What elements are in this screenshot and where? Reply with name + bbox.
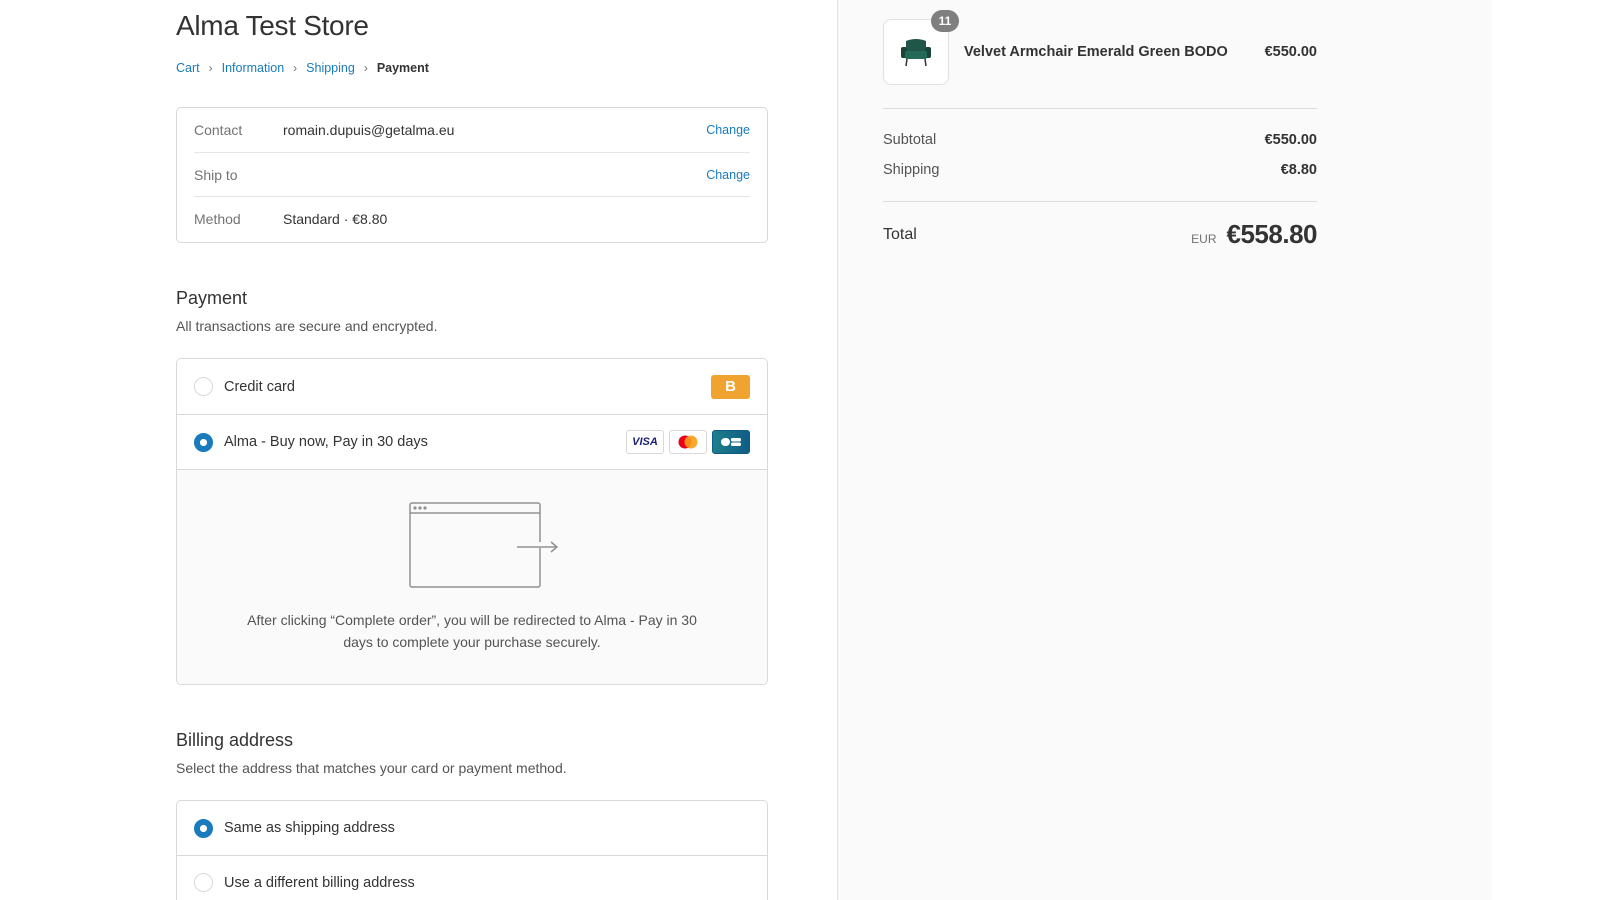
breadcrumb-cart[interactable]: Cart (176, 61, 200, 75)
payment-methods: Credit card B Alma - Buy now, Pay in 30 … (176, 358, 768, 685)
total-row: Total EUR €558.80 (883, 219, 1318, 250)
subtotal-value: €550.00 (1264, 132, 1317, 148)
product-name: Velvet Armchair Emerald Green BODO (964, 44, 1228, 60)
billing-subtitle: Select the address that matches your car… (176, 760, 567, 776)
alma-label: Alma - Buy now, Pay in 30 days (224, 434, 428, 450)
method-value: Standard · €8.80 (283, 210, 388, 227)
change-contact-link[interactable]: Change (706, 123, 750, 137)
cb-card-icon (712, 430, 750, 454)
same-address-label: Same as shipping address (224, 820, 395, 836)
armchair-icon (901, 39, 931, 67)
billing-option-different[interactable]: Use a different billing address (177, 855, 767, 900)
chevron-right-icon: › (293, 61, 298, 75)
breadcrumb-information[interactable]: Information (222, 61, 285, 75)
review-contact-row: Contact romain.dupuis@getalma.eu Change (194, 108, 750, 152)
product-price: €550.00 (1264, 44, 1317, 60)
store-title[interactable]: Alma Test Store (176, 10, 369, 42)
payment-subtitle: All transactions are secure and encrypte… (176, 318, 438, 334)
order-summary: 11 Velvet Armchair Emerald Green BODO €5… (837, 0, 1492, 900)
radio-same-address[interactable] (194, 818, 213, 838)
browser-redirect-icon (409, 502, 559, 588)
total-currency: EUR (1191, 232, 1217, 246)
breadcrumb: Cart › Information › Shipping › Payment (176, 61, 429, 75)
review-ship-row: Ship to Change (194, 152, 750, 196)
product-line: 11 Velvet Armchair Emerald Green BODO €5… (883, 10, 1317, 85)
radio-credit-card[interactable] (194, 377, 213, 396)
payment-title: Payment (176, 288, 248, 308)
total-value: €558.80 (1226, 219, 1318, 249)
different-address-label: Use a different billing address (224, 874, 415, 891)
payment-option-alma[interactable]: Alma - Buy now, Pay in 30 days VISA (177, 414, 767, 469)
billing-options: Same as shipping address Use a different… (176, 800, 768, 900)
total-amount: EUR €558.80 (1191, 219, 1317, 250)
breadcrumb-shipping[interactable]: Shipping (306, 61, 355, 75)
credit-card-label: Credit card (224, 378, 295, 395)
alma-redirect-panel: After clicking “Complete order”, you wil… (177, 469, 767, 684)
billing-title: Billing address (176, 730, 294, 750)
review-block: Contact romain.dupuis@getalma.eu Change … (176, 107, 768, 243)
summary-divider (883, 108, 1317, 109)
redirect-message: After clicking “Complete order”, you wil… (247, 612, 697, 650)
radio-alma[interactable] (194, 432, 213, 452)
subtotal-label: Subtotal (883, 132, 937, 148)
breadcrumb-payment: Payment (376, 61, 429, 75)
shipping-row: Shipping €8.80 (883, 162, 1317, 178)
total-label: Total (883, 225, 917, 243)
chevron-right-icon: › (208, 61, 213, 75)
chevron-right-icon: › (363, 61, 368, 75)
ship-to-label: Ship to (194, 166, 238, 183)
contact-value: romain.dupuis@getalma.eu (283, 122, 455, 138)
product-thumbnail: 11 (883, 10, 959, 85)
card-logos: VISA (626, 430, 750, 454)
contact-label: Contact (194, 122, 243, 138)
payment-option-credit-card[interactable]: Credit card B (177, 359, 767, 414)
subtotal-row: Subtotal €550.00 (883, 132, 1317, 148)
radio-different-address[interactable] (194, 873, 213, 892)
quantity-badge: 11 (931, 10, 959, 32)
review-method-row: Method Standard · €8.80 (194, 196, 750, 240)
change-ship-link[interactable]: Change (706, 168, 750, 182)
method-label: Method (194, 210, 241, 227)
summary-divider (883, 201, 1317, 202)
b-logo-icon: B (711, 374, 750, 399)
shipping-label: Shipping (883, 162, 940, 178)
shipping-value: €8.80 (1280, 162, 1317, 178)
visa-icon: VISA (626, 430, 664, 454)
mastercard-icon (669, 430, 707, 454)
billing-option-same[interactable]: Same as shipping address (177, 801, 767, 855)
checkout-main: Alma Test Store Cart › Information › Shi… (0, 0, 837, 900)
